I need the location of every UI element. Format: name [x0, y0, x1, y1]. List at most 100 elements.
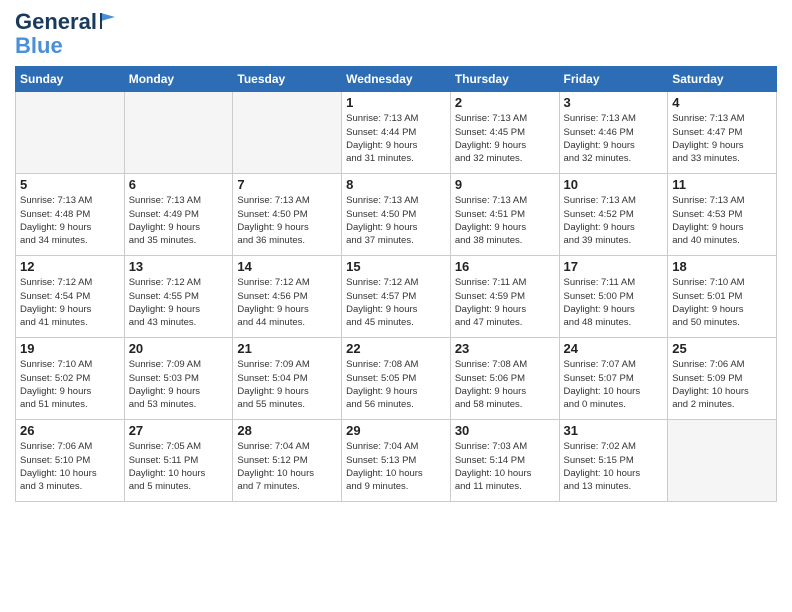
day-info: Sunrise: 7:02 AMSunset: 5:15 PMDaylight:… [564, 440, 664, 493]
calendar-cell: 28 Sunrise: 7:04 AMSunset: 5:12 PMDayligh… [233, 420, 342, 502]
day-info: Sunrise: 7:08 AMSunset: 5:05 PMDaylight:… [346, 358, 446, 411]
calendar-cell: 16Sunrise: 7:11 AMSunset: 4:59 PMDayligh… [450, 256, 559, 338]
day-info: Sunrise: 7:11 AMSunset: 4:59 PMDaylight:… [455, 276, 555, 329]
calendar-cell: 1 Sunrise: 7:13 AMSunset: 4:44 PMDaylight… [342, 92, 451, 174]
weekday-header-friday: Friday [559, 67, 668, 92]
calendar-cell: 13 Sunrise: 7:12 AMSunset: 4:55 PMDayligh… [124, 256, 233, 338]
calendar-cell: 18 Sunrise: 7:10 AMSunset: 5:01 PMDayligh… [668, 256, 777, 338]
day-info: Sunrise: 7:10 AMSunset: 5:01 PMDaylight:… [672, 276, 772, 329]
calendar-cell: 19 Sunrise: 7:10 AMSunset: 5:02 PMDayligh… [16, 338, 125, 420]
weekday-header-tuesday: Tuesday [233, 67, 342, 92]
day-number: 7 [237, 177, 337, 192]
day-info: Sunrise: 7:10 AMSunset: 5:02 PMDaylight:… [20, 358, 120, 411]
week-row-5: 26Sunrise: 7:06 AMSunset: 5:10 PMDayligh… [16, 420, 777, 502]
day-number: 15 [346, 259, 446, 274]
day-info: Sunrise: 7:06 AMSunset: 5:10 PMDaylight:… [20, 440, 120, 493]
weekday-header-wednesday: Wednesday [342, 67, 451, 92]
day-number: 22 [346, 341, 446, 356]
calendar-cell: 6 Sunrise: 7:13 AMSunset: 4:49 PMDaylight… [124, 174, 233, 256]
day-info: Sunrise: 7:13 AMSunset: 4:50 PMDaylight:… [237, 194, 337, 247]
weekday-header-saturday: Saturday [668, 67, 777, 92]
header: General Blue [15, 10, 777, 58]
day-number: 2 [455, 95, 555, 110]
calendar-cell: 27 Sunrise: 7:05 AMSunset: 5:11 PMDayligh… [124, 420, 233, 502]
calendar-cell [668, 420, 777, 502]
day-info: Sunrise: 7:13 AMSunset: 4:51 PMDaylight:… [455, 194, 555, 247]
day-info: Sunrise: 7:12 AMSunset: 4:57 PMDaylight:… [346, 276, 446, 329]
day-info: Sunrise: 7:13 AMSunset: 4:44 PMDaylight:… [346, 112, 446, 165]
calendar-cell: 25 Sunrise: 7:06 AMSunset: 5:09 PMDayligh… [668, 338, 777, 420]
day-number: 25 [672, 341, 772, 356]
day-info: Sunrise: 7:09 AMSunset: 5:04 PMDaylight:… [237, 358, 337, 411]
day-number: 27 [129, 423, 229, 438]
day-info: Sunrise: 7:13 AMSunset: 4:49 PMDaylight:… [129, 194, 229, 247]
weekday-header-monday: Monday [124, 67, 233, 92]
day-number: 14 [237, 259, 337, 274]
day-number: 13 [129, 259, 229, 274]
calendar-cell: 4 Sunrise: 7:13 AMSunset: 4:47 PMDaylight… [668, 92, 777, 174]
day-number: 20 [129, 341, 229, 356]
day-number: 3 [564, 95, 664, 110]
day-number: 8 [346, 177, 446, 192]
calendar-cell: 29 Sunrise: 7:04 AMSunset: 5:13 PMDayligh… [342, 420, 451, 502]
day-info: Sunrise: 7:13 AMSunset: 4:48 PMDaylight:… [20, 194, 120, 247]
day-number: 1 [346, 95, 446, 110]
day-number: 4 [672, 95, 772, 110]
logo: General Blue [15, 10, 117, 58]
logo-text-general: General [15, 10, 97, 34]
calendar-cell: 21 Sunrise: 7:09 AMSunset: 5:04 PMDayligh… [233, 338, 342, 420]
day-info: Sunrise: 7:13 AMSunset: 4:46 PMDaylight:… [564, 112, 664, 165]
day-info: Sunrise: 7:11 AMSunset: 5:00 PMDaylight:… [564, 276, 664, 329]
day-info: Sunrise: 7:13 AMSunset: 4:50 PMDaylight:… [346, 194, 446, 247]
day-info: Sunrise: 7:07 AMSunset: 5:07 PMDaylight:… [564, 358, 664, 411]
day-number: 28 [237, 423, 337, 438]
calendar-cell: 23Sunrise: 7:08 AMSunset: 5:06 PMDayligh… [450, 338, 559, 420]
calendar-cell: 11Sunrise: 7:13 AMSunset: 4:53 PMDayligh… [668, 174, 777, 256]
day-number: 18 [672, 259, 772, 274]
calendar-cell: 24 Sunrise: 7:07 AMSunset: 5:07 PMDayligh… [559, 338, 668, 420]
calendar-cell: 15 Sunrise: 7:12 AMSunset: 4:57 PMDayligh… [342, 256, 451, 338]
day-info: Sunrise: 7:03 AMSunset: 5:14 PMDaylight:… [455, 440, 555, 493]
day-number: 6 [129, 177, 229, 192]
day-number: 17 [564, 259, 664, 274]
day-number: 11 [672, 177, 772, 192]
day-info: Sunrise: 7:13 AMSunset: 4:52 PMDaylight:… [564, 194, 664, 247]
calendar-cell: 31 Sunrise: 7:02 AMSunset: 5:15 PMDayligh… [559, 420, 668, 502]
day-info: Sunrise: 7:13 AMSunset: 4:45 PMDaylight:… [455, 112, 555, 165]
weekday-header-row: SundayMondayTuesdayWednesdayThursdayFrid… [16, 67, 777, 92]
day-number: 12 [20, 259, 120, 274]
week-row-1: 1 Sunrise: 7:13 AMSunset: 4:44 PMDaylight… [16, 92, 777, 174]
day-number: 30 [455, 423, 555, 438]
calendar-cell: 5 Sunrise: 7:13 AMSunset: 4:48 PMDaylight… [16, 174, 125, 256]
week-row-3: 12Sunrise: 7:12 AMSunset: 4:54 PMDayligh… [16, 256, 777, 338]
day-number: 5 [20, 177, 120, 192]
day-info: Sunrise: 7:04 AMSunset: 5:13 PMDaylight:… [346, 440, 446, 493]
day-number: 21 [237, 341, 337, 356]
calendar-cell: 17 Sunrise: 7:11 AMSunset: 5:00 PMDayligh… [559, 256, 668, 338]
day-info: Sunrise: 7:12 AMSunset: 4:55 PMDaylight:… [129, 276, 229, 329]
day-number: 29 [346, 423, 446, 438]
day-info: Sunrise: 7:05 AMSunset: 5:11 PMDaylight:… [129, 440, 229, 493]
day-number: 10 [564, 177, 664, 192]
calendar-cell [124, 92, 233, 174]
day-info: Sunrise: 7:06 AMSunset: 5:09 PMDaylight:… [672, 358, 772, 411]
calendar-cell: 2 Sunrise: 7:13 AMSunset: 4:45 PMDaylight… [450, 92, 559, 174]
calendar-cell [16, 92, 125, 174]
logo-flag-icon [99, 11, 117, 29]
calendar-cell: 22 Sunrise: 7:08 AMSunset: 5:05 PMDayligh… [342, 338, 451, 420]
day-info: Sunrise: 7:04 AMSunset: 5:12 PMDaylight:… [237, 440, 337, 493]
day-info: Sunrise: 7:09 AMSunset: 5:03 PMDaylight:… [129, 358, 229, 411]
page-container: General Blue SundayMondayTuesdayWednesda… [0, 0, 792, 612]
week-row-4: 19 Sunrise: 7:10 AMSunset: 5:02 PMDayligh… [16, 338, 777, 420]
calendar-cell: 10 Sunrise: 7:13 AMSunset: 4:52 PMDayligh… [559, 174, 668, 256]
calendar-cell [233, 92, 342, 174]
calendar-cell: 7 Sunrise: 7:13 AMSunset: 4:50 PMDaylight… [233, 174, 342, 256]
weekday-header-thursday: Thursday [450, 67, 559, 92]
calendar-cell: 12Sunrise: 7:12 AMSunset: 4:54 PMDayligh… [16, 256, 125, 338]
day-info: Sunrise: 7:13 AMSunset: 4:47 PMDaylight:… [672, 112, 772, 165]
calendar-cell: 8 Sunrise: 7:13 AMSunset: 4:50 PMDaylight… [342, 174, 451, 256]
logo-text-blue: Blue [15, 34, 117, 58]
day-number: 24 [564, 341, 664, 356]
day-number: 31 [564, 423, 664, 438]
day-number: 19 [20, 341, 120, 356]
